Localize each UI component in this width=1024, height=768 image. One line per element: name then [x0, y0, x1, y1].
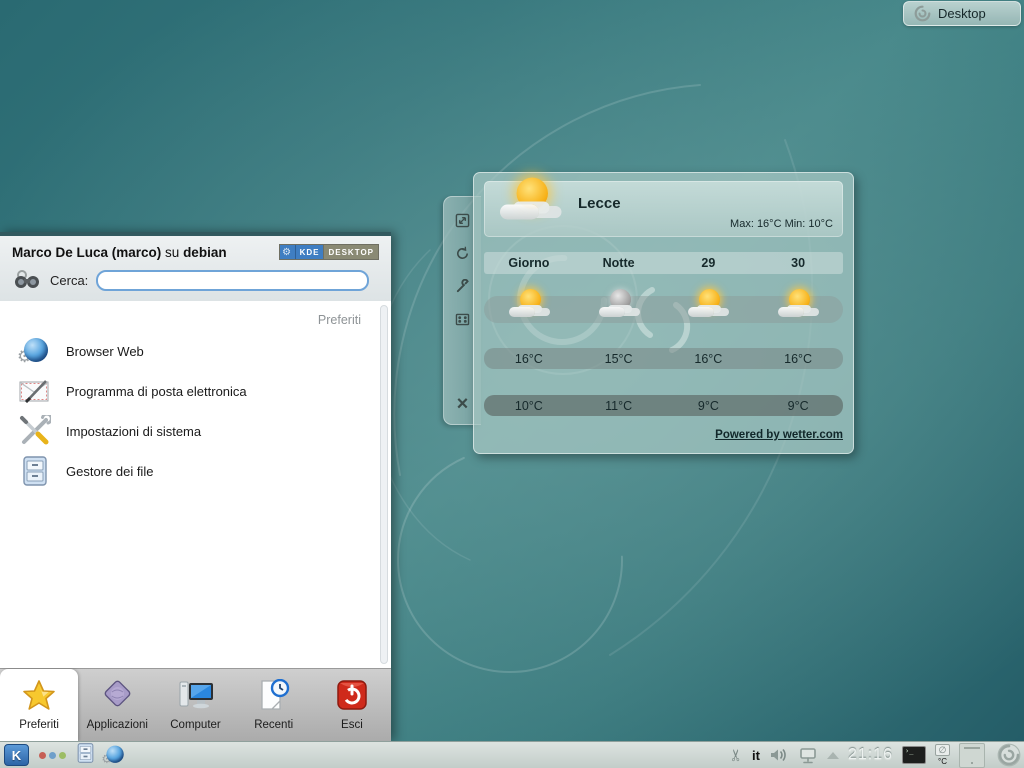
konsole-terminal-icon[interactable]: ›_ [902, 746, 926, 764]
sun-cloud-icon [688, 297, 728, 323]
temp-value: 16°C [484, 352, 574, 366]
list-item-file-manager[interactable]: Gestore dei file [14, 451, 377, 491]
power-logout-icon [336, 679, 368, 716]
col-header: 30 [753, 256, 843, 270]
configure-wrench-icon[interactable] [454, 277, 472, 295]
temp-value: 16°C [664, 352, 754, 366]
volume-speaker-icon[interactable] [769, 747, 789, 763]
panel-cashew-icon[interactable] [996, 742, 1022, 768]
expand-arrow-icon[interactable] [827, 752, 839, 759]
badge-kde-label: KDE [296, 245, 324, 259]
kde-gear-icon: ⚙ [280, 245, 296, 259]
tab-label: Recenti [254, 719, 293, 731]
task-dots-icon[interactable] [39, 752, 66, 759]
item-label: Programma di posta elettronica [66, 384, 247, 399]
bottom-panel: K ⚙ ✂ it [0, 741, 1024, 768]
kde-desktop-badge: ⚙ KDE DESKTOP [279, 244, 379, 260]
item-label: Impostazioni di sistema [66, 424, 201, 439]
badge-desktop-label: DESKTOP [323, 245, 378, 259]
weather-widget: Lecce Max: 16°C Min: 10°C Giorno Notte 2… [473, 172, 854, 454]
pager-widget[interactable] [959, 743, 985, 768]
temp-value: 11°C [574, 399, 664, 413]
temp-value: 10°C [484, 399, 574, 413]
sun-cloud-icon [509, 297, 549, 323]
search-binoculars-icon [12, 266, 42, 295]
weather-day-temps: 16°C 15°C 16°C 16°C [484, 348, 843, 369]
tab-esci[interactable]: Esci [313, 669, 391, 741]
section-label: Preferiti [14, 307, 377, 331]
weather-tray-icon[interactable]: ∅ °C [935, 744, 950, 766]
user-name: Marco De Luca (marco) [12, 245, 161, 260]
search-label: Cerca: [50, 273, 88, 288]
recent-clock-document-icon [258, 679, 290, 716]
network-monitor-icon[interactable] [798, 747, 818, 764]
kde-menu-icon[interactable]: K [4, 744, 29, 766]
system-settings-tools-icon [18, 414, 52, 448]
col-header: Notte [574, 256, 664, 270]
host-name: debian [183, 245, 227, 260]
mail-envelope-icon [18, 374, 52, 408]
web-browser-globe-icon[interactable]: ⚙ [105, 742, 131, 768]
cashew-icon [914, 5, 931, 22]
star-icon [22, 679, 56, 716]
tab-preferiti[interactable]: Preferiti [0, 669, 78, 741]
tab-recenti[interactable]: Recenti [235, 669, 313, 741]
item-label: Browser Web [66, 344, 144, 359]
tab-label: Esci [341, 719, 363, 731]
weather-maxmin: Max: 16°C Min: 10°C [730, 218, 833, 230]
temp-value: 15°C [574, 352, 664, 366]
klipper-scissors-icon[interactable]: ✂ [726, 748, 746, 761]
weather-header: Lecce Max: 16°C Min: 10°C [484, 181, 843, 237]
kickoff-tabs: Preferiti Applicazioni [0, 668, 391, 741]
sun-cloud-icon [500, 190, 560, 229]
weather-credit: Powered by wetter.com [484, 429, 843, 441]
item-label: Gestore dei file [66, 464, 153, 479]
tab-label: Preferiti [19, 719, 59, 731]
desktop-toolbox-button[interactable]: Desktop [903, 1, 1021, 26]
maximize-icon[interactable] [454, 310, 472, 328]
kickoff-header: Marco De Luca (marco) su debian ⚙ KDE DE… [0, 236, 391, 301]
resize-icon[interactable] [454, 211, 472, 229]
weather-column-headers: Giorno Notte 29 30 [484, 252, 843, 274]
tab-label: Applicazioni [87, 719, 148, 731]
toolbox-label: Desktop [938, 6, 986, 21]
keyboard-layout-indicator[interactable]: it [752, 748, 760, 763]
col-header: Giorno [484, 256, 574, 270]
moon-cloud-icon [599, 297, 639, 323]
list-item-system-settings[interactable]: Impostazioni di sistema [14, 411, 377, 451]
tab-label: Computer [170, 719, 221, 731]
sun-cloud-icon [778, 297, 818, 323]
tab-applicazioni[interactable]: Applicazioni [78, 669, 156, 741]
applications-diamond-icon [100, 679, 134, 716]
web-browser-globe-icon: ⚙ [18, 334, 52, 368]
file-manager-cabinet-icon[interactable] [76, 743, 95, 768]
weather-tray-label: °C [938, 757, 947, 766]
tab-computer[interactable]: Computer [156, 669, 234, 741]
weather-city: Lecce [578, 195, 621, 212]
temp-value: 9°C [664, 399, 754, 413]
weather-night-temps: 10°C 11°C 9°C 9°C [484, 395, 843, 416]
close-icon[interactable]: × [457, 396, 469, 412]
kickoff-list: Preferiti ⚙ Browser Web Programma di pos… [0, 301, 391, 668]
col-header: 29 [664, 256, 754, 270]
temp-value: 9°C [753, 399, 843, 413]
user-title: Marco De Luca (marco) su debian [12, 245, 227, 260]
digital-clock[interactable]: 21:16 [848, 746, 893, 764]
list-item-browser-web[interactable]: ⚙ Browser Web [14, 331, 377, 371]
computer-monitor-icon [178, 679, 214, 716]
conjunction: su [161, 245, 183, 260]
wetter-link[interactable]: Powered by wetter.com [715, 429, 843, 441]
list-item-mail[interactable]: Programma di posta elettronica [14, 371, 377, 411]
search-input[interactable] [96, 270, 369, 291]
kickoff-launcher: Marco De Luca (marco) su debian ⚙ KDE DE… [0, 232, 391, 741]
weather-icon-row [484, 296, 843, 323]
rotate-icon[interactable] [454, 244, 472, 262]
scrollbar[interactable] [380, 305, 388, 664]
temp-value: 16°C [753, 352, 843, 366]
file-manager-cabinet-icon [18, 454, 52, 488]
